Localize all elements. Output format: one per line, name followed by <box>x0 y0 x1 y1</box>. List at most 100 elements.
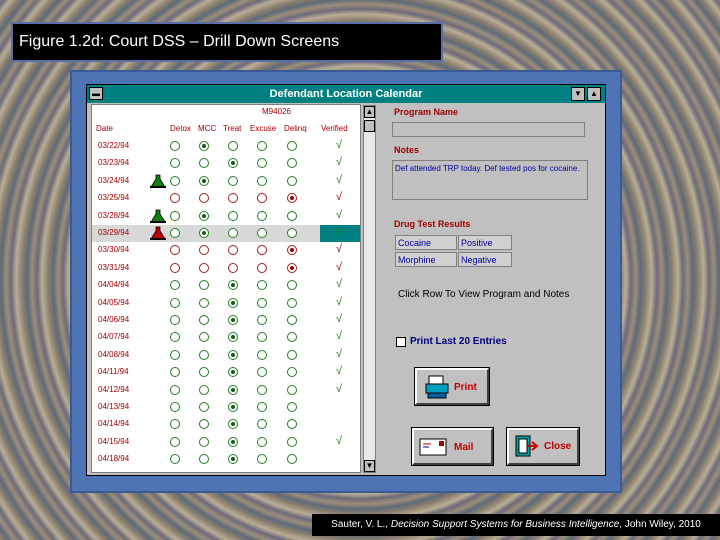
status-radio[interactable] <box>170 141 180 151</box>
status-radio[interactable] <box>287 454 297 465</box>
status-radio[interactable] <box>170 384 180 395</box>
status-radio[interactable] <box>199 262 209 273</box>
status-radio[interactable] <box>257 332 267 343</box>
status-radio[interactable] <box>228 210 238 221</box>
status-radio[interactable] <box>257 245 267 256</box>
status-radio[interactable] <box>170 367 180 378</box>
calendar-row[interactable]: 03/29/94 √ <box>92 225 360 242</box>
status-radio[interactable] <box>228 332 238 343</box>
program-name-field[interactable] <box>392 122 585 137</box>
status-radio[interactable] <box>199 141 209 151</box>
status-radio[interactable] <box>170 419 180 430</box>
notes-field[interactable]: Def attended TRP today. Def tested pos f… <box>392 160 588 200</box>
status-radio[interactable] <box>287 367 297 378</box>
status-radio[interactable] <box>257 262 267 273</box>
status-radio[interactable] <box>228 280 238 291</box>
status-radio[interactable] <box>257 367 267 378</box>
status-radio[interactable] <box>257 402 267 412</box>
status-radio[interactable] <box>257 193 267 204</box>
status-radio[interactable] <box>199 315 209 325</box>
status-radio[interactable] <box>170 228 180 238</box>
calendar-row[interactable]: 03/23/94 √ <box>92 155 360 172</box>
status-radio[interactable] <box>199 245 209 256</box>
status-radio[interactable] <box>199 419 209 430</box>
status-radio[interactable] <box>287 210 297 221</box>
status-radio[interactable] <box>199 349 209 360</box>
calendar-row[interactable]: 03/24/94 √ <box>92 173 360 190</box>
status-radio[interactable] <box>170 280 180 291</box>
calendar-row[interactable]: 04/11/94 √ <box>92 364 360 381</box>
calendar-row[interactable]: 03/31/94 √ <box>92 260 360 277</box>
status-radio[interactable] <box>257 384 267 395</box>
status-radio[interactable] <box>170 349 180 360</box>
scroll-up-icon[interactable]: ▲ <box>364 106 375 118</box>
status-radio[interactable] <box>199 210 209 221</box>
status-radio[interactable] <box>199 367 209 378</box>
status-radio[interactable] <box>170 402 180 412</box>
status-radio[interactable] <box>170 158 180 169</box>
status-radio[interactable] <box>257 315 267 325</box>
status-radio[interactable] <box>228 228 238 238</box>
status-radio[interactable] <box>287 384 297 395</box>
status-radio[interactable] <box>287 158 297 169</box>
status-radio[interactable] <box>287 315 297 325</box>
print-button[interactable]: Print <box>414 367 490 406</box>
status-radio[interactable] <box>228 349 238 360</box>
status-radio[interactable] <box>170 262 180 273</box>
maximize-arrow-icon[interactable]: ▲ <box>587 87 601 101</box>
status-radio[interactable] <box>170 245 180 256</box>
status-radio[interactable] <box>199 297 209 308</box>
status-radio[interactable] <box>199 402 209 412</box>
status-radio[interactable] <box>199 280 209 291</box>
calendar-row[interactable]: 03/25/94 √ <box>92 190 360 207</box>
calendar-row[interactable]: 04/15/94 √ <box>92 434 360 451</box>
status-radio[interactable] <box>170 332 180 343</box>
status-radio[interactable] <box>257 419 267 430</box>
status-radio[interactable] <box>228 367 238 378</box>
calendar-row[interactable]: 03/30/94 √ <box>92 242 360 259</box>
status-radio[interactable] <box>199 436 209 447</box>
status-radio[interactable] <box>287 175 297 186</box>
calendar-row[interactable]: 03/22/94 √ <box>92 138 360 155</box>
minimize-arrow-icon[interactable]: ▼ <box>571 87 585 101</box>
status-radio[interactable] <box>257 280 267 291</box>
calendar-row[interactable]: 04/18/94 <box>92 451 360 468</box>
calendar-row[interactable]: 04/05/94 √ <box>92 295 360 312</box>
status-radio[interactable] <box>257 297 267 308</box>
status-radio[interactable] <box>170 210 180 221</box>
status-radio[interactable] <box>228 141 238 151</box>
calendar-row[interactable]: 04/04/94 √ <box>92 277 360 294</box>
status-radio[interactable] <box>257 436 267 447</box>
status-radio[interactable] <box>228 262 238 273</box>
status-radio[interactable] <box>287 141 297 151</box>
status-radio[interactable] <box>287 262 297 273</box>
status-radio[interactable] <box>257 158 267 169</box>
status-radio[interactable] <box>287 436 297 447</box>
calendar-row[interactable]: 04/06/94 √ <box>92 312 360 329</box>
status-radio[interactable] <box>257 349 267 360</box>
status-radio[interactable] <box>228 315 238 325</box>
calendar-row[interactable]: 03/28/94 √ <box>92 208 360 225</box>
minus-bar-icon[interactable]: ▬ <box>89 87 103 100</box>
status-radio[interactable] <box>228 384 238 395</box>
status-radio[interactable] <box>287 228 297 238</box>
status-radio[interactable] <box>287 280 297 291</box>
status-radio[interactable] <box>228 297 238 308</box>
status-radio[interactable] <box>257 141 267 151</box>
status-radio[interactable] <box>170 436 180 447</box>
status-radio[interactable] <box>228 245 238 256</box>
vertical-scrollbar[interactable]: ▲ ▼ <box>363 105 376 473</box>
status-radio[interactable] <box>228 193 238 204</box>
mail-button[interactable]: Mail <box>411 427 494 466</box>
calendar-row[interactable]: 04/07/94 √ <box>92 329 360 346</box>
status-radio[interactable] <box>199 454 209 465</box>
status-radio[interactable] <box>228 454 238 465</box>
status-radio[interactable] <box>257 454 267 465</box>
calendar-row[interactable]: 04/13/94 <box>92 399 360 416</box>
status-radio[interactable] <box>228 175 238 186</box>
status-radio[interactable] <box>199 158 209 169</box>
window-title-bar[interactable]: Defendant Location Calendar <box>87 85 605 103</box>
status-radio[interactable] <box>228 436 238 447</box>
status-radio[interactable] <box>199 384 209 395</box>
status-radio[interactable] <box>199 175 209 186</box>
